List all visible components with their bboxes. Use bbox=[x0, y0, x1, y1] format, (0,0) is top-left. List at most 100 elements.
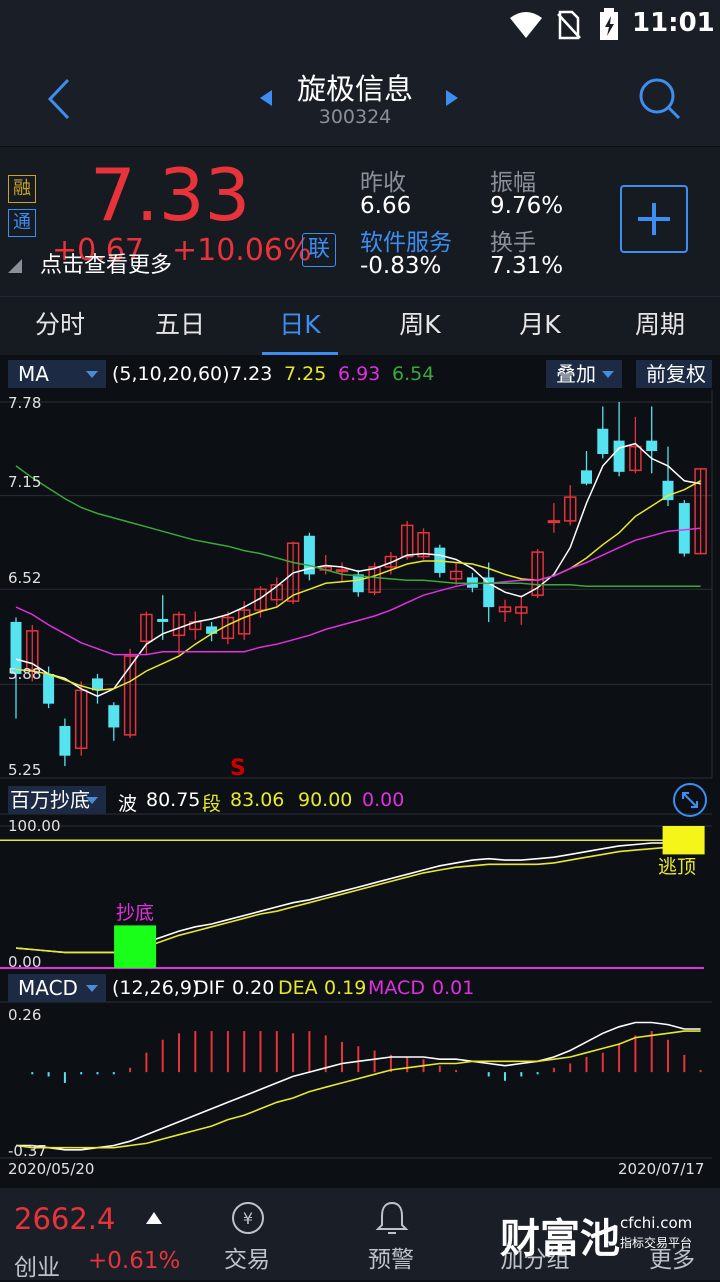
search-icon[interactable] bbox=[636, 76, 682, 122]
buy-signal-label: 抄底 bbox=[116, 902, 155, 924]
candle-body bbox=[206, 626, 218, 634]
stock-name: 旋极信息 bbox=[296, 72, 413, 106]
watermark-url: cfchi.com bbox=[620, 1214, 693, 1232]
index-change: +0.61% bbox=[88, 1248, 181, 1274]
indicator-name: 百万抄底 bbox=[10, 788, 90, 812]
ma-params: (5,10,20,60) bbox=[112, 363, 230, 385]
next-stock-icon[interactable] bbox=[444, 88, 460, 108]
candle-body bbox=[678, 503, 690, 554]
trade-icon: ¥ bbox=[232, 1202, 264, 1234]
macd-indicator-name: MACD bbox=[18, 976, 78, 1000]
duan-value: 83.06 bbox=[230, 789, 285, 811]
price-tick-5: 5.25 bbox=[8, 761, 42, 779]
stock-header: 旋极信息 300324 bbox=[0, 50, 720, 146]
tab-monthly-k[interactable]: 月K bbox=[480, 297, 600, 355]
turnover-label: 换手 bbox=[490, 230, 536, 256]
dif-label: DIF bbox=[194, 977, 226, 999]
corner-expand-icon bbox=[8, 259, 22, 273]
dif-line bbox=[16, 1021, 701, 1151]
chart-area[interactable] bbox=[0, 390, 720, 1160]
ma-indicator-name: MA bbox=[18, 362, 49, 386]
indicator-tick-bottom: 0.00 bbox=[8, 953, 42, 971]
no-sim-icon bbox=[557, 10, 581, 40]
dif-value: 0.20 bbox=[232, 977, 275, 999]
chevron-down-icon bbox=[602, 371, 614, 378]
nav-trade-label: 交易 bbox=[224, 1247, 270, 1273]
macd-tick-bottom: -0.37 bbox=[8, 1142, 47, 1160]
prev-close-value: 6.66 bbox=[360, 193, 412, 219]
escape-signal-box bbox=[662, 826, 705, 855]
ma60-value: 6.54 bbox=[392, 363, 435, 385]
dea-label: DEA bbox=[278, 977, 318, 999]
index-value[interactable]: 2662.4 bbox=[14, 1202, 115, 1236]
prev-stock-icon[interactable] bbox=[258, 88, 274, 108]
tab-intraday[interactable]: 分时 bbox=[0, 297, 120, 355]
tab-daily-k[interactable]: 日K bbox=[240, 297, 360, 355]
macd-params: (12,26,9) bbox=[112, 977, 200, 999]
nav-alert[interactable]: 预警 bbox=[336, 1188, 446, 1280]
candle-body bbox=[335, 569, 349, 573]
adjust-button[interactable]: 前复权 bbox=[636, 360, 712, 388]
tab-period[interactable]: 周期 bbox=[600, 297, 720, 355]
bo-value: 80.75 bbox=[146, 789, 201, 811]
macd-tick-top: 0.26 bbox=[8, 1006, 42, 1024]
wifi-icon bbox=[510, 12, 542, 38]
tab-weekly-k[interactable]: 周K bbox=[360, 297, 480, 355]
macd-value: 0.01 bbox=[432, 977, 475, 999]
escape-signal-label: 逃顶 bbox=[658, 856, 697, 878]
plus-icon bbox=[638, 203, 670, 235]
status-bar: 11:01 bbox=[0, 0, 720, 50]
status-time: 11:01 bbox=[632, 8, 715, 38]
indicator-tick-top: 100.00 bbox=[8, 817, 61, 835]
candle-body bbox=[581, 470, 592, 484]
ma-indicator-dropdown[interactable]: MA bbox=[8, 360, 106, 388]
back-arrow-icon[interactable] bbox=[44, 76, 74, 122]
expand-icon[interactable] bbox=[672, 782, 708, 818]
candle-body bbox=[613, 440, 625, 472]
watermark-sub: 指标交易平台 bbox=[620, 1236, 693, 1250]
ma10-value: 7.25 bbox=[284, 363, 327, 385]
stock-code: 300324 bbox=[318, 106, 392, 128]
buy-signal-box bbox=[114, 925, 157, 968]
prev-close-label: 昨收 bbox=[360, 170, 406, 196]
price-tick-3: 6.52 bbox=[8, 569, 42, 587]
candle-body bbox=[597, 428, 609, 455]
candle-body bbox=[547, 520, 561, 524]
nav-alert-label: 预警 bbox=[368, 1247, 414, 1273]
macd-dropdown[interactable]: MACD bbox=[8, 974, 106, 1002]
nav-trade[interactable]: ¥ 交易 bbox=[192, 1188, 302, 1280]
watermark-logo: 财富池 bbox=[500, 1216, 620, 1262]
indicator-dropdown[interactable]: 百万抄底 bbox=[8, 786, 106, 814]
turnover-value: 7.31% bbox=[490, 253, 564, 279]
indicator-v3: 90.00 bbox=[298, 789, 353, 811]
price-tick-2: 7.15 bbox=[8, 473, 42, 491]
quote-panel[interactable]: 融 通 7.33 +0.67 +10.06% 联 点击查看更多 昨收 6.66 … bbox=[0, 146, 720, 297]
connect-badge: 通 bbox=[8, 209, 36, 237]
candle-body bbox=[43, 673, 55, 704]
price-tick-1: 7.78 bbox=[8, 394, 42, 412]
date-start: 2020/05/20 bbox=[8, 1160, 95, 1178]
candle-body bbox=[59, 725, 71, 756]
tab-five-day[interactable]: 五日 bbox=[120, 297, 240, 355]
candle-body bbox=[157, 618, 169, 622]
price-tick-4: 5.88 bbox=[8, 665, 42, 683]
see-more-hint[interactable]: 点击查看更多 bbox=[40, 247, 172, 279]
margin-badge: 融 bbox=[8, 175, 36, 203]
candle-body bbox=[483, 577, 495, 608]
bottom-nav: 2662.4 创业 +0.61% ¥ 交易 预警 加分组 更多 财富池 cfch… bbox=[0, 1188, 720, 1281]
related-badge[interactable]: 联 bbox=[302, 233, 336, 267]
bo-label: 波 bbox=[118, 793, 138, 815]
current-price: 7.33 bbox=[90, 153, 251, 237]
period-tabs: 分时 五日 日K 周K 月K 周期 bbox=[0, 296, 720, 625]
sector-label[interactable]: 软件服务 bbox=[360, 223, 452, 257]
sector-change: -0.83% bbox=[360, 253, 442, 279]
overlay-dropdown[interactable]: 叠加 bbox=[546, 360, 622, 388]
chevron-down-icon bbox=[86, 985, 98, 992]
up-arrow-icon bbox=[146, 1212, 162, 1224]
amplitude-label: 振幅 bbox=[490, 170, 536, 196]
amplitude-value: 9.76% bbox=[490, 193, 564, 219]
indicator-v4: 0.00 bbox=[362, 789, 405, 811]
ma20-value: 6.93 bbox=[338, 363, 381, 385]
add-watchlist-button[interactable] bbox=[620, 185, 688, 253]
date-end: 2020/07/17 bbox=[618, 1160, 705, 1178]
